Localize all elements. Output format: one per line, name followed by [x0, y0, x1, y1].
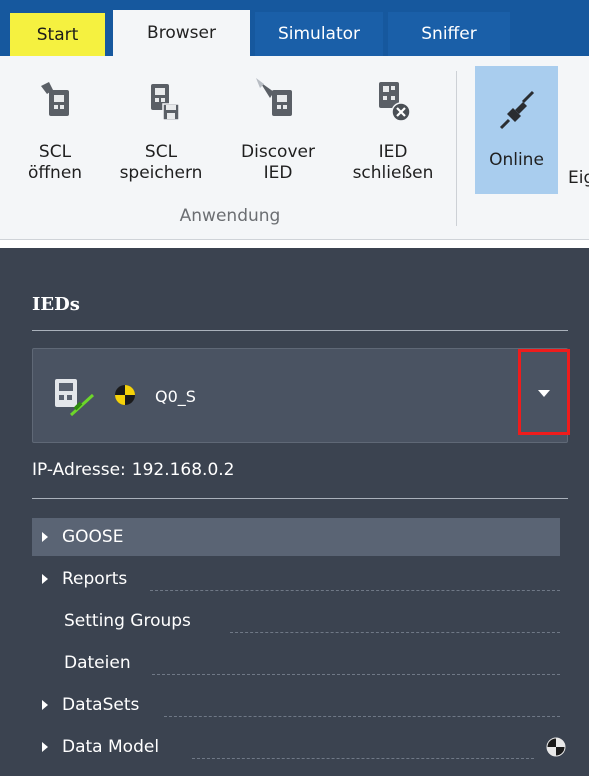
- panel-divider-2: [32, 498, 568, 499]
- ip-label: IP-Adresse:: [32, 460, 126, 480]
- ribbon-group-label: Anwendung: [179, 206, 281, 226]
- ied-close-label-2: schließen: [352, 163, 434, 183]
- ribbon-cut-label[interactable]: Eig: [568, 168, 589, 188]
- tree-item-label: Setting Groups: [64, 611, 191, 631]
- status-indicator-icon: [115, 385, 135, 405]
- tree-dotted-line: [164, 716, 560, 717]
- ip-value: 192.168.0.2: [131, 460, 235, 480]
- tree-item-label: Data Model: [62, 737, 160, 757]
- tree-dotted-line: [192, 758, 534, 759]
- scl-open-label-2: öffnen: [27, 163, 83, 183]
- tree-dotted-line: [150, 590, 560, 591]
- ied-panel: IEDs Q0_S IP-Adresse: 192.168.0.2 GOOSE R…: [0, 248, 589, 776]
- tree-item-label: Reports: [62, 569, 128, 589]
- tree-item-datasets[interactable]: DataSets: [32, 686, 560, 724]
- tab-simulator[interactable]: Simulator: [255, 12, 383, 56]
- discover-ied-button[interactable]: Discover IED: [228, 56, 328, 184]
- online-label: Online: [489, 150, 544, 170]
- tree-dotted-line: [152, 674, 560, 675]
- online-button[interactable]: Online: [475, 66, 558, 194]
- scl-save-icon: [151, 84, 180, 121]
- plug-icon: [499, 90, 534, 130]
- tree-item-label: Dateien: [64, 653, 131, 673]
- panel-title: IEDs: [32, 294, 80, 315]
- tree-item-goose[interactable]: GOOSE: [32, 518, 560, 556]
- expand-arrow-icon[interactable]: [42, 700, 48, 710]
- discover-ied-icon: [256, 78, 292, 116]
- panel-divider: [32, 330, 568, 331]
- ied-selector[interactable]: Q0_S: [32, 348, 568, 443]
- ribbon-tab-bar: Start Browser Simulator Sniffer: [0, 0, 589, 56]
- ied-close-button[interactable]: IED schließen: [338, 56, 448, 184]
- ied-close-icon: [379, 82, 411, 122]
- expand-arrow-icon[interactable]: [42, 532, 48, 542]
- ied-device-icon: [55, 379, 95, 417]
- scl-open-label-1: SCL: [38, 142, 72, 162]
- tab-start[interactable]: Start: [10, 13, 105, 56]
- tree-item-label: DataSets: [62, 695, 140, 715]
- tree-item-reports[interactable]: Reports: [32, 560, 560, 598]
- selected-ied-name: Q0_S: [155, 387, 196, 406]
- expand-arrow-icon[interactable]: [42, 742, 48, 752]
- tree-item-data-model[interactable]: Data Model: [32, 728, 566, 766]
- data-model-status-icon: [546, 737, 566, 757]
- scl-save-button[interactable]: SCL speichern: [110, 56, 212, 184]
- discover-ied-label-2: IED: [263, 163, 293, 183]
- scl-open-button[interactable]: SCL öffnen: [12, 56, 98, 184]
- tree-item-setting-groups[interactable]: Setting Groups: [32, 602, 560, 640]
- scl-save-label-2: speichern: [119, 163, 203, 183]
- expand-arrow-icon[interactable]: [42, 574, 48, 584]
- discover-ied-label-1: Discover: [241, 142, 315, 162]
- ribbon-panel: SCL öffnen SCL speichern Discover IED IE…: [0, 56, 589, 240]
- tree-dotted-line: [230, 632, 560, 633]
- tree-item-label: GOOSE: [62, 527, 124, 547]
- ribbon-separator: [456, 71, 457, 226]
- tab-sniffer[interactable]: Sniffer: [388, 12, 510, 56]
- scl-save-label-1: SCL: [144, 142, 178, 162]
- tree-item-dateien[interactable]: Dateien: [32, 644, 560, 682]
- scl-open-icon: [41, 82, 69, 116]
- chevron-down-icon[interactable]: [538, 390, 550, 397]
- ied-close-label-1: IED: [378, 142, 408, 162]
- tab-browser[interactable]: Browser: [113, 10, 250, 56]
- panel-gap: [0, 240, 589, 248]
- ied-dropdown-toggle[interactable]: [518, 349, 570, 435]
- ip-address: IP-Adresse: 192.168.0.2: [32, 460, 235, 480]
